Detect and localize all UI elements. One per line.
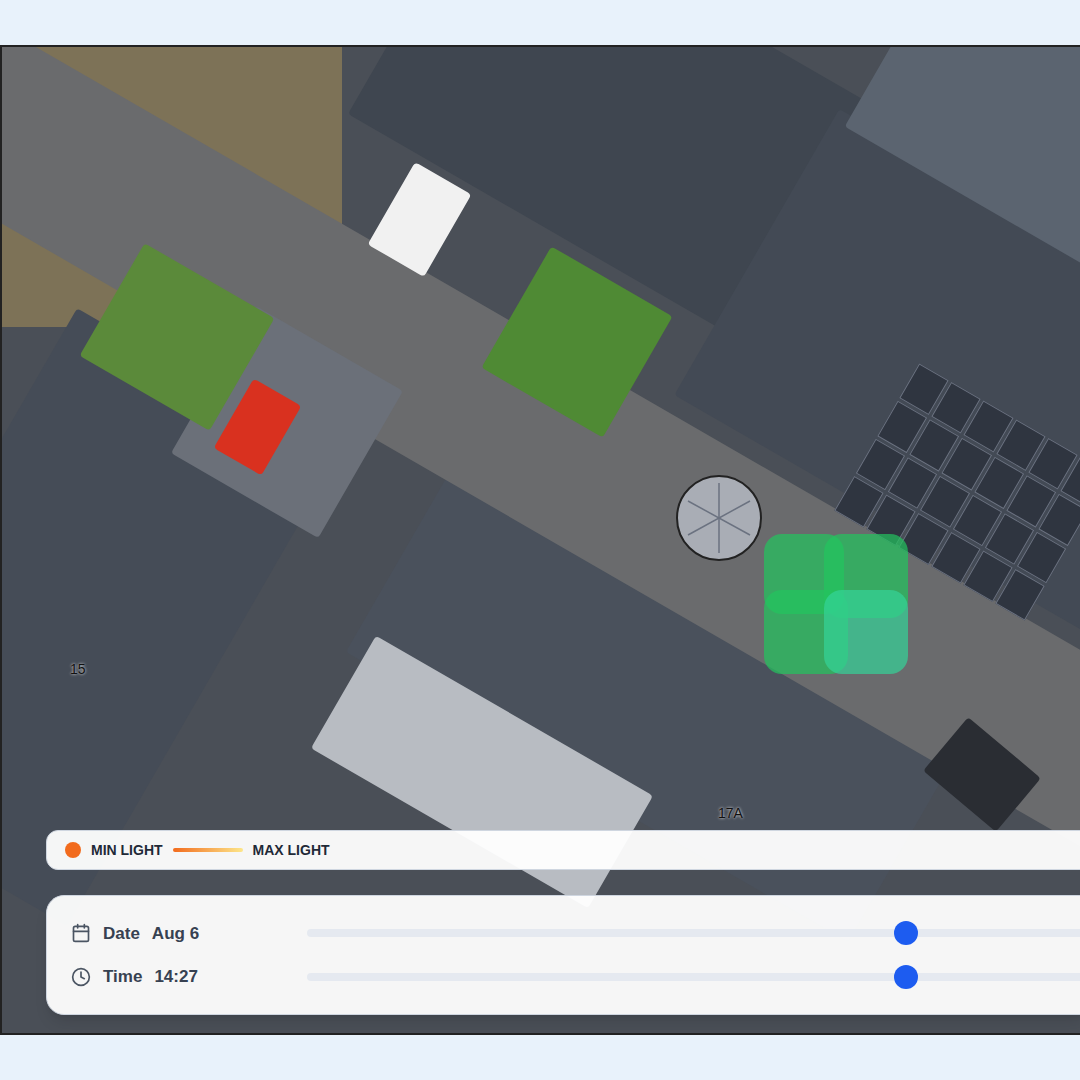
time-icon [71, 967, 91, 987]
date-slider[interactable] [307, 929, 1080, 937]
date-label: Date [103, 921, 140, 947]
time-row: Time 14:27 [71, 964, 1080, 990]
date-icon [71, 923, 91, 943]
page: 15 17A MIN LIGHT MAX LIGHT Date Aug 6 Time 14:2… [0, 0, 1080, 1080]
date-slider-thumb[interactable] [894, 921, 918, 945]
date-value: Aug 6 [152, 921, 199, 947]
time-value: 14:27 [154, 964, 197, 990]
map[interactable]: 15 17A MIN LIGHT MAX LIGHT Date Aug 6 Time 14:2… [0, 45, 1080, 1035]
time-label: Time [103, 964, 142, 990]
light-gradient [173, 848, 243, 852]
min-light-dot [65, 842, 81, 858]
sun-rays-icon [678, 477, 760, 559]
plant-marker[interactable] [764, 534, 910, 674]
house-number-label: 15 [70, 659, 86, 680]
min-light-label: MIN LIGHT [91, 840, 163, 861]
time-controls-panel: Date Aug 6 Time 14:27 [46, 895, 1080, 1015]
sun-position-marker[interactable] [676, 475, 762, 561]
max-light-label: MAX LIGHT [253, 840, 330, 861]
house-number-label: 17A [718, 803, 743, 824]
light-legend: MIN LIGHT MAX LIGHT [46, 830, 1080, 870]
date-row: Date Aug 6 [71, 921, 1080, 947]
time-slider-thumb[interactable] [894, 965, 918, 989]
time-slider[interactable] [307, 973, 1080, 981]
